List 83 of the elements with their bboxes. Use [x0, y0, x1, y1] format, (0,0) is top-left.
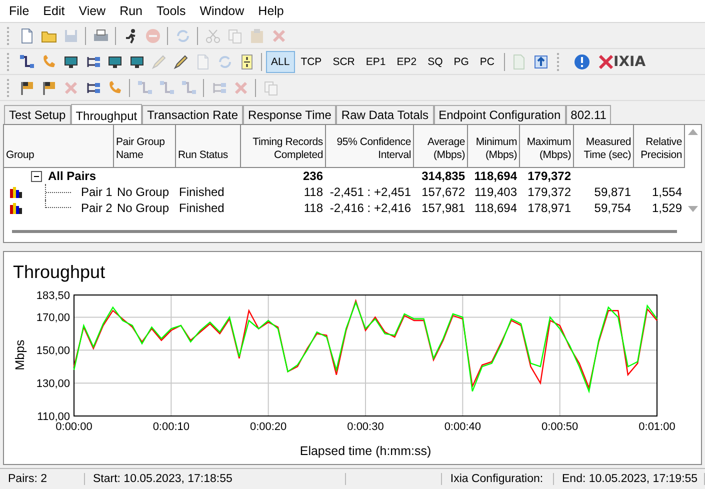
y-tick-label: 110,00	[37, 411, 70, 423]
table-cell: No Group	[117, 201, 170, 215]
column-header[interactable]: Measured Time (sec)	[574, 125, 634, 167]
filter-button[interactable]: SQ	[422, 50, 448, 72]
y-tick-label: 150,00	[36, 345, 70, 358]
table-cell: 118	[304, 185, 323, 199]
status-text: End: 10.05.2023, 17:19:55	[554, 473, 705, 485]
x-tick-label: 0:00:00	[56, 421, 92, 433]
table-cell: 118,694	[474, 169, 517, 183]
scroll-down-icon[interactable]	[688, 206, 698, 212]
filter-button[interactable]: TCP	[296, 50, 327, 72]
bar-chart-icon	[10, 186, 22, 198]
column-header[interactable]: Minimum (Mbps)	[468, 125, 520, 167]
group-name: All Pairs	[48, 169, 96, 183]
table-cell: -2,451 : +2,451	[330, 185, 411, 199]
x-tick-label: 0:00:50	[541, 421, 578, 433]
column-header[interactable]: Run Status	[176, 125, 241, 167]
column-header[interactable]: Average (Mbps)	[414, 125, 468, 167]
tab[interactable]: Raw Data Totals	[336, 105, 434, 124]
column-header[interactable]: Pair Group Name	[114, 125, 176, 167]
pair-name: Pair 2	[81, 201, 112, 215]
x-axis-title: Elapsed time (h:mm:ss)	[300, 444, 432, 458]
status-text: Ixia Configuration:	[441, 473, 554, 485]
logo: IXIA	[598, 54, 646, 70]
y-tick-label: 170,00	[36, 312, 70, 324]
column-header[interactable]: Maximum (Mbps)	[520, 125, 574, 167]
chart-title: Throughput	[13, 262, 106, 282]
tab[interactable]: Transaction Rate	[142, 105, 244, 124]
menu-item[interactable]: Edit	[36, 4, 72, 18]
tab[interactable]: 802.11	[566, 105, 612, 124]
table-cell: 1,554	[652, 185, 682, 199]
table-cell: 178,971	[528, 201, 571, 215]
filter-button[interactable]: EP2	[392, 50, 422, 72]
table-cell: 118	[304, 201, 323, 215]
info-icon[interactable]	[574, 54, 590, 70]
collapse-icon[interactable]	[31, 170, 42, 182]
table-cell: No Group	[117, 185, 170, 199]
column-header[interactable]: 95% Confidence Interval	[326, 125, 414, 167]
y-tick-label: 183,50	[36, 290, 70, 302]
filter-button[interactable]: PG	[448, 50, 474, 72]
scroll-up-icon[interactable]	[688, 129, 698, 135]
table-cell: 1,529	[652, 201, 682, 215]
tab[interactable]: Throughput	[70, 104, 142, 125]
y-axis-title: Mbps	[13, 340, 27, 370]
table-cell: 59,754	[594, 201, 631, 215]
table-cell: 59,871	[594, 185, 631, 199]
x-tick-label: 0:00:10	[152, 421, 190, 433]
menu-item[interactable]: Window	[192, 4, 252, 18]
x-tick-label: 0:00:30	[347, 421, 384, 433]
y-tick-label: 130,00	[36, 378, 70, 390]
column-header[interactable]: Group	[4, 125, 114, 167]
x-tick-label: 0:01:00	[638, 421, 676, 433]
table-cell: 179,372	[528, 169, 571, 183]
tab[interactable]: Response Time	[243, 105, 336, 124]
menu-item[interactable]: View	[72, 4, 113, 18]
bar-chart-icon	[10, 202, 22, 214]
status-text: Start: 10.05.2023, 17:18:55	[85, 473, 346, 485]
table-cell: 179,372	[528, 185, 571, 199]
column-header[interactable]: Relative Precision	[634, 125, 685, 167]
table-cell: 314,835	[422, 169, 465, 183]
column-header[interactable]: Timing Records Completed	[241, 125, 326, 167]
pair-name: Pair 1	[81, 185, 112, 199]
table-cell: 118,694	[474, 201, 517, 215]
filter-button[interactable]: SCR	[328, 50, 360, 72]
filter-button[interactable]: ALL	[266, 50, 295, 72]
menu-item[interactable]: Help	[251, 4, 291, 18]
table-cell: -2,416 : +2,416	[330, 201, 411, 215]
table-cell: Finished	[179, 185, 224, 199]
menu-item[interactable]: File	[2, 4, 36, 18]
menu-item[interactable]: Tools	[150, 4, 193, 18]
table-cell: Finished	[179, 201, 224, 215]
table-cell: 157,672	[422, 185, 465, 199]
x-tick-label: 0:00:40	[444, 421, 482, 433]
status-text: Pairs: 2	[0, 473, 85, 485]
table-cell: 157,981	[422, 201, 465, 215]
menu-item[interactable]: Run	[112, 4, 150, 18]
tab[interactable]: Endpoint Configuration	[434, 105, 566, 124]
filter-button[interactable]: PC	[474, 50, 500, 72]
filter-button[interactable]: EP1	[360, 50, 391, 72]
x-tick-label: 0:00:20	[250, 421, 287, 433]
table-cell: 236	[302, 169, 323, 183]
tab[interactable]: Test Setup	[4, 105, 71, 124]
table-cell: 119,403	[474, 185, 517, 199]
